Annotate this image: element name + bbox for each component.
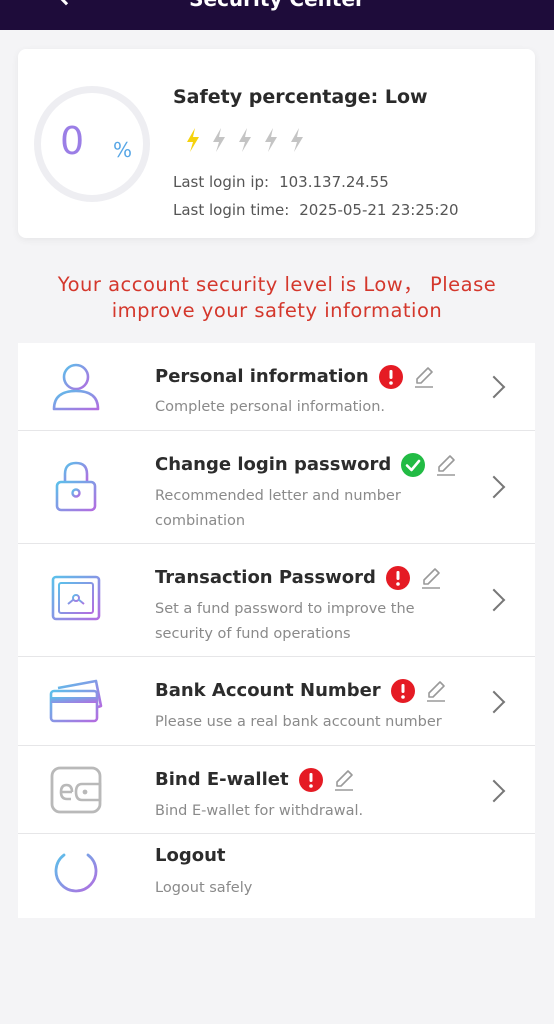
chevron-right-icon[interactable] [482, 588, 506, 612]
list-item-logout[interactable]: Logout Logout safely [18, 834, 535, 918]
list-item-title: Personal information [155, 366, 369, 387]
list-item-transaction-password[interactable]: Transaction Password Set a fund password… [18, 544, 535, 657]
list-item-header: Change login password [155, 453, 457, 477]
list-item-bind-e-wallet[interactable]: Bind E-wallet Bind E-wallet for withdraw… [18, 746, 535, 834]
exclamation-icon [390, 679, 415, 703]
security-warning-line: Your account security level is Low， Plea… [57, 273, 497, 296]
power-icon [48, 842, 104, 898]
safety-percentage-title: Safety percentage: Low [173, 86, 428, 108]
list-item-description-line: Set a fund password to improve the [155, 601, 415, 617]
list-item-description: Logout safely [155, 880, 253, 896]
pencil-icon[interactable] [420, 566, 442, 590]
list-item-header: Logout [155, 844, 226, 868]
pencil-icon[interactable] [425, 679, 447, 703]
safety-level-bolts [184, 127, 306, 153]
safety-card: 0 % Safety percentage: Low Last login ip… [18, 49, 535, 238]
lightning-bolt-icon [291, 128, 303, 152]
list-item-header: Personal information [155, 365, 435, 389]
bank-card-icon [48, 674, 104, 730]
list-item-description: Please use a real bank account number [155, 714, 442, 730]
security-settings-list: Personal information Complete personal i… [18, 343, 535, 918]
chevron-right-icon[interactable] [482, 690, 506, 714]
list-item-title: Bank Account Number [155, 680, 381, 701]
lightning-bolt-icon [239, 128, 251, 152]
safety-percentage-ring: 0 % [34, 86, 150, 202]
checkmark-icon [401, 453, 426, 477]
safe-icon [48, 572, 104, 628]
last-login-ip-label: Last login ip: [173, 173, 270, 191]
list-item-change-login-password[interactable]: Change login password Recommended letter… [18, 431, 535, 544]
list-item-title: Change login password [155, 454, 392, 475]
exclamation-icon [385, 566, 410, 590]
security-warning-line: improve your safety information [111, 299, 443, 322]
security-warning: Your account security level is Low， Plea… [0, 272, 554, 324]
exclamation-icon [298, 768, 323, 792]
list-item-personal-information[interactable]: Personal information Complete personal i… [18, 343, 535, 431]
user-icon [48, 359, 104, 415]
last-login-time-value: 2025-05-21 23:25:20 [299, 201, 459, 219]
last-login-time-label: Last login time: [173, 201, 290, 219]
last-login-time-row: Last login time: 2025-05-21 23:25:20 [173, 200, 459, 220]
list-item-title: Transaction Password [155, 567, 376, 588]
lightning-bolt-icon [187, 128, 199, 152]
list-item-description-line: security of fund operations [155, 626, 351, 642]
last-login-ip-row: Last login ip: 103.137.24.55 [173, 172, 389, 192]
list-item-header: Transaction Password [155, 566, 442, 590]
chevron-right-icon[interactable] [482, 779, 506, 803]
chevron-right-icon[interactable] [482, 475, 506, 499]
safety-percentage-unit: % [113, 138, 133, 162]
top-bar: Security Center [0, 0, 554, 30]
list-item-description: Complete personal information. [155, 399, 386, 415]
list-item-bank-account-number[interactable]: Bank Account Number Please use a real ba… [18, 657, 535, 746]
lightning-bolt-icon [213, 128, 225, 152]
list-item-title: Logout [155, 845, 226, 866]
list-item-header: Bank Account Number [155, 679, 447, 703]
last-login-ip-value: 103.137.24.55 [279, 173, 389, 191]
lightning-bolt-icon [265, 128, 277, 152]
pencil-icon[interactable] [435, 453, 457, 477]
exclamation-icon [378, 365, 403, 389]
list-item-description-line: Recommended letter and number [155, 488, 401, 504]
list-item-description-line: combination [155, 513, 246, 529]
padlock-icon [48, 458, 104, 514]
page-title: Security Center [0, 0, 554, 10]
list-item-description: Recommended letter and number combinatio… [155, 484, 455, 534]
chevron-right-icon[interactable] [482, 375, 506, 399]
list-item-header: Bind E-wallet [155, 768, 355, 792]
list-item-title: Bind E-wallet [155, 769, 289, 790]
e-wallet-icon [48, 762, 104, 818]
list-item-description: Set a fund password to improve the secur… [155, 597, 455, 647]
list-item-description: Bind E-wallet for withdrawal. [155, 803, 364, 819]
safety-percentage-value: 0 [60, 119, 85, 163]
pencil-icon[interactable] [333, 768, 355, 792]
pencil-icon[interactable] [413, 365, 435, 389]
